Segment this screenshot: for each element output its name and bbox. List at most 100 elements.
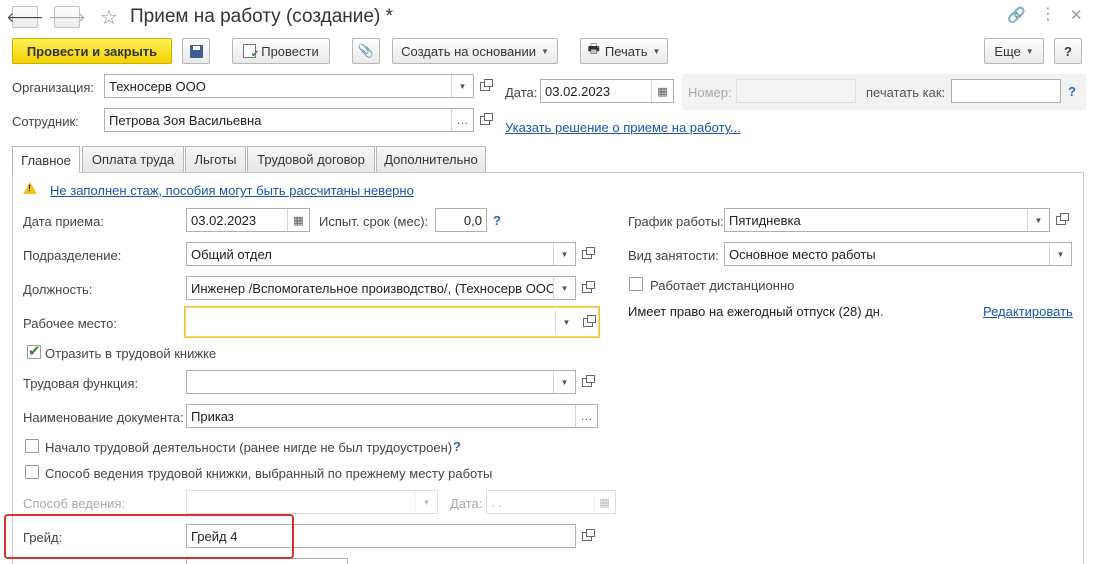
dropdown-icon[interactable]: ▼ <box>553 277 575 299</box>
dropdown-icon[interactable]: ▼ <box>1049 243 1071 265</box>
probation-field[interactable]: 0,0 <box>435 208 487 232</box>
attach-button[interactable]: 📎 <box>352 38 380 64</box>
back-button[interactable]: 🡐 <box>6 6 44 28</box>
open-grade-button[interactable] <box>576 524 598 548</box>
open-window-icon <box>1056 212 1069 225</box>
organization-value: Техносерв ООО <box>109 78 206 94</box>
open-window-icon <box>583 314 596 327</box>
labor-function-label: Трудовая функция: <box>23 376 139 391</box>
open-position-button[interactable] <box>576 276 598 300</box>
open-workplace-button[interactable] <box>577 311 599 333</box>
warning-link[interactable]: Не заполнен стаж, пособия могут быть рас… <box>50 183 414 198</box>
doc-name-value: Приказ <box>191 408 234 424</box>
decision-link[interactable]: Указать решение о приеме на работу... <box>505 120 741 135</box>
post-button[interactable]: ✔ Провести <box>232 38 330 64</box>
print-button[interactable]: 🖶 Печать ▼ <box>580 38 668 64</box>
department-field[interactable]: Общий отдел ▼ <box>186 242 576 266</box>
print-as-field[interactable] <box>951 79 1061 103</box>
dropdown-icon[interactable]: ▼ <box>553 371 575 393</box>
calendar-icon[interactable]: ▦ <box>651 80 673 102</box>
position-value: Инженер /Вспомогательное производство/, … <box>191 280 553 296</box>
method-date-field: . . ▦ <box>486 490 616 514</box>
first-job-label: Начало трудовой деятельности (ранее нигд… <box>45 440 453 455</box>
employee-field[interactable]: Петрова Зоя Васильевна … <box>104 108 474 132</box>
open-employee-button[interactable] <box>474 108 496 132</box>
employment-value: Основное место работы <box>729 246 876 262</box>
employment-field[interactable]: Основное место работы ▼ <box>724 242 1072 266</box>
open-organization-button[interactable] <box>474 74 496 98</box>
dropdown-icon[interactable]: ▼ <box>555 311 577 333</box>
date-field[interactable]: 03.02.2023 ▦ <box>540 79 674 103</box>
post-document-icon: ✔ <box>243 44 259 60</box>
printer-icon: 🖶 <box>587 41 600 56</box>
tab-labor-contract[interactable]: Трудовой договор <box>247 146 375 172</box>
post-and-close-button[interactable]: Провести и закрыть <box>12 38 172 64</box>
close-icon[interactable]: ✕ <box>1070 6 1083 24</box>
open-window-icon <box>480 78 493 91</box>
position-field[interactable]: Инженер /Вспомогательное производство/, … <box>186 276 576 300</box>
organization-field[interactable]: Техносерв ООО ▼ <box>104 74 474 98</box>
calendar-icon: ▦ <box>593 491 615 513</box>
employee-value: Петрова Зоя Васильевна <box>109 112 262 128</box>
open-schedule-button[interactable] <box>1050 208 1072 232</box>
number-label: Номер: <box>688 85 732 100</box>
number-help-icon[interactable]: ? <box>1068 84 1076 99</box>
first-job-checkbox[interactable] <box>25 439 39 453</box>
labor-book-checkbox[interactable] <box>27 342 41 360</box>
calendar-icon[interactable]: ▦ <box>287 209 309 231</box>
tab-additional[interactable]: Дополнительно <box>376 146 486 172</box>
schedule-field[interactable]: Пятидневка ▼ <box>724 208 1050 232</box>
date-value: 03.02.2023 <box>545 83 611 99</box>
workplace-field[interactable]: ▼ <box>184 306 600 338</box>
hire-date-label: Дата приема: <box>23 214 104 229</box>
open-window-icon <box>480 112 493 125</box>
more-label: Еще <box>994 43 1021 59</box>
more-button[interactable]: Еще ▼ <box>984 38 1044 64</box>
method-date-label: Дата: <box>450 496 483 511</box>
open-window-icon <box>582 528 595 541</box>
probation-help-icon[interactable]: ? <box>493 213 501 228</box>
first-job-help-icon[interactable]: ? <box>453 439 461 454</box>
create-based-label: Создать на основании <box>401 43 536 59</box>
book-method-checkbox[interactable] <box>25 465 39 479</box>
schedule-label: График работы: <box>628 214 724 229</box>
edit-vacation-link[interactable]: Редактировать <box>983 304 1073 319</box>
dropdown-icon[interactable]: ▼ <box>1027 209 1049 231</box>
floppy-disk-icon <box>189 44 203 58</box>
hire-date-field[interactable]: 03.02.2023 ▦ <box>186 208 310 232</box>
link-icon[interactable]: 🔗 <box>1007 6 1026 24</box>
doc-name-field[interactable]: Приказ … <box>186 404 598 428</box>
employee-label: Сотрудник: <box>12 114 79 129</box>
forward-button[interactable]: 🡒 <box>48 6 86 28</box>
remote-checkbox[interactable] <box>629 277 643 291</box>
create-based-on-button[interactable]: Создать на основании ▼ <box>392 38 558 64</box>
paperclip-icon: 📎 <box>357 43 375 58</box>
save-button[interactable] <box>182 38 210 64</box>
arrow-left-icon: 🡐 <box>6 8 44 25</box>
tab-salary[interactable]: Оплата труда <box>82 146 184 172</box>
book-method-label: Способ ведения трудовой книжки, выбранны… <box>45 466 493 481</box>
open-labor-function-button[interactable] <box>576 370 598 394</box>
post-button-label: Провести <box>261 43 319 59</box>
dropdown-icon[interactable]: ▼ <box>553 243 575 265</box>
schedule-value: Пятидневка <box>729 212 801 228</box>
labor-function-field[interactable]: ▼ <box>186 370 576 394</box>
position-label: Должность: <box>23 282 93 297</box>
favorite-star-icon[interactable]: ☆ <box>100 5 118 30</box>
dropdown-icon[interactable]: ▼ <box>451 75 473 97</box>
open-department-button[interactable] <box>576 242 598 266</box>
ellipsis-icon[interactable]: … <box>575 405 597 427</box>
print-label: Печать <box>604 43 648 59</box>
tab-benefits[interactable]: Льготы <box>185 146 246 172</box>
help-button[interactable]: ? <box>1054 38 1082 64</box>
ellipsis-icon[interactable]: … <box>451 109 473 131</box>
warning-icon <box>23 182 37 194</box>
chevron-down-icon: ▼ <box>652 46 661 56</box>
department-value: Общий отдел <box>191 246 272 262</box>
probation-label: Испыт. срок (мес): <box>319 214 429 229</box>
number-field <box>736 79 856 103</box>
grade-highlight-frame <box>4 514 294 559</box>
tab-main[interactable]: Главное <box>12 146 80 173</box>
more-vertical-icon[interactable]: ⋮ <box>1040 4 1056 24</box>
labor-book-label: Отразить в трудовой книжке <box>45 346 217 361</box>
